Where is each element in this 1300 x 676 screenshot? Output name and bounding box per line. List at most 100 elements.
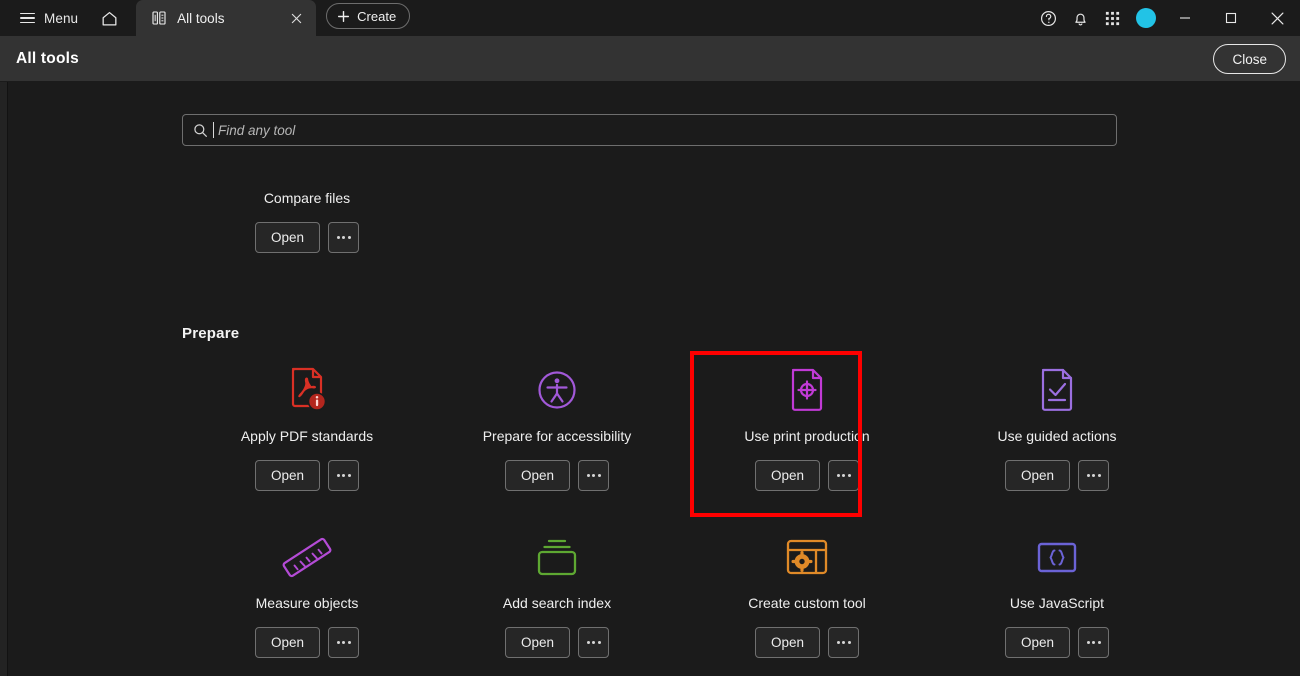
more-options-button[interactable] (328, 222, 360, 253)
open-button[interactable]: Open (504, 460, 571, 491)
custom-tool-icon (783, 529, 831, 581)
left-rail-edge (0, 82, 8, 676)
tool-actions: Open (1004, 627, 1110, 658)
close-icon (291, 13, 301, 23)
search-icon (194, 123, 207, 137)
more-options-button[interactable] (1078, 627, 1110, 658)
close-window-button[interactable] (1254, 0, 1300, 36)
guided-actions-icon (1035, 362, 1079, 414)
open-button[interactable]: Open (1004, 627, 1071, 658)
open-button[interactable]: Open (254, 460, 321, 491)
tool-card-apply-pdf-standards: Apply PDF standards Open (182, 362, 432, 491)
open-button[interactable]: Open (254, 627, 321, 658)
create-button[interactable]: Create (326, 3, 411, 29)
tool-actions: Open (754, 460, 860, 491)
plus-icon (338, 10, 350, 22)
minimize-icon (1180, 17, 1190, 19)
more-options-button[interactable] (328, 627, 360, 658)
ellipsis-icon (336, 236, 340, 239)
scrolled-tool-row: Compare files Open (182, 148, 1192, 253)
home-icon (102, 11, 117, 25)
tool-card-compare-files: Compare files Open (182, 148, 432, 253)
tool-actions: Open (254, 460, 360, 491)
tool-card-add-search-index: Add search index Open (432, 529, 682, 658)
more-options-button[interactable] (328, 460, 360, 491)
tool-row: Apply PDF standards Open Prepare for acc… (182, 362, 1192, 491)
menu-button[interactable]: Menu (12, 4, 86, 32)
section-title-prepare: Prepare (182, 325, 240, 342)
home-button[interactable] (92, 3, 126, 33)
ellipsis-icon (1086, 641, 1090, 644)
tool-label: Apply PDF standards (240, 428, 374, 444)
tool-label: Add search index (502, 595, 612, 611)
ellipsis-icon (586, 641, 590, 644)
tool-label: Use print production (744, 428, 870, 444)
open-button[interactable]: Open (254, 222, 321, 253)
tool-actions: Open (754, 627, 860, 658)
print-production-icon (785, 362, 829, 414)
open-button[interactable]: Open (1004, 460, 1071, 491)
ellipsis-icon (836, 641, 840, 644)
tool-grid-prepare: Apply PDF standards Open Prepare for acc… (182, 362, 1192, 658)
more-options-button[interactable] (828, 460, 860, 491)
bell-icon (1074, 13, 1086, 25)
tool-card-use-guided-actions: Use guided actions Open (932, 362, 1182, 491)
tool-card-create-custom-tool: Create custom tool Open (682, 529, 932, 658)
tool-label: Compare files (263, 190, 351, 206)
tool-card-prepare-for-accessibility: Prepare for accessibility Open (432, 362, 682, 491)
help-button[interactable] (1032, 3, 1064, 33)
app-grid-button[interactable] (1096, 3, 1128, 33)
search-container: Find any tool (182, 114, 1117, 146)
avatar[interactable] (1136, 8, 1156, 28)
help-icon (1040, 10, 1056, 26)
more-options-button[interactable] (828, 627, 860, 658)
ellipsis-icon (1086, 474, 1090, 477)
open-button[interactable]: Open (754, 460, 821, 491)
tool-label: Prepare for accessibility (482, 428, 632, 444)
tab-close-button[interactable] (286, 8, 306, 28)
ellipsis-icon (586, 474, 590, 477)
hamburger-icon (20, 12, 35, 24)
tool-card-use-javascript: Use JavaScript Open (932, 529, 1182, 658)
tool-actions: Open (504, 460, 610, 491)
accessibility-icon (534, 362, 580, 414)
app-grid-icon (1105, 11, 1119, 25)
close-icon (1270, 11, 1284, 25)
tab-all-tools[interactable]: All tools (136, 0, 317, 36)
compare-files-icon (281, 148, 333, 176)
tools-content-area: Find any tool Compare files Open Prepare… (8, 82, 1300, 676)
acrobat-all-tools-window: Menu All tools Create All tools Close Fi… (0, 0, 1300, 676)
ruler-icon (281, 529, 333, 581)
page-header: All tools Close (0, 36, 1300, 82)
tab-label: All tools (177, 10, 225, 26)
maximize-button[interactable] (1208, 0, 1254, 36)
title-bar: Menu All tools Create (0, 0, 1300, 36)
tool-actions: Open (254, 222, 360, 253)
search-index-icon (533, 529, 581, 581)
title-bar-right (1032, 0, 1300, 36)
search-placeholder: Find any tool (212, 121, 296, 138)
ellipsis-icon (336, 641, 340, 644)
javascript-braces-icon (1033, 529, 1081, 581)
search-input[interactable]: Find any tool (182, 114, 1117, 146)
more-options-button[interactable] (578, 627, 610, 658)
page-title: All tools (16, 49, 79, 67)
minimize-button[interactable] (1162, 0, 1208, 36)
tool-row: Compare files Open (182, 148, 1192, 253)
all-tools-panel-icon (150, 10, 167, 27)
more-options-button[interactable] (1078, 460, 1110, 491)
notifications-button[interactable] (1064, 3, 1096, 33)
tool-label: Create custom tool (748, 595, 866, 611)
tool-card-measure-objects: Measure objects Open (182, 529, 432, 658)
tool-actions: Open (1004, 460, 1110, 491)
tool-actions: Open (254, 627, 360, 658)
tool-label: Use guided actions (997, 428, 1117, 444)
more-options-button[interactable] (578, 460, 610, 491)
title-bar-left: Menu All tools Create (0, 0, 411, 36)
open-button[interactable]: Open (754, 627, 821, 658)
open-button[interactable]: Open (504, 627, 571, 658)
tool-actions: Open (504, 627, 610, 658)
tool-row: Measure objects Open Add search index Op… (182, 529, 1192, 658)
close-button[interactable]: Close (1213, 44, 1286, 74)
menu-button-label: Menu (44, 10, 79, 26)
